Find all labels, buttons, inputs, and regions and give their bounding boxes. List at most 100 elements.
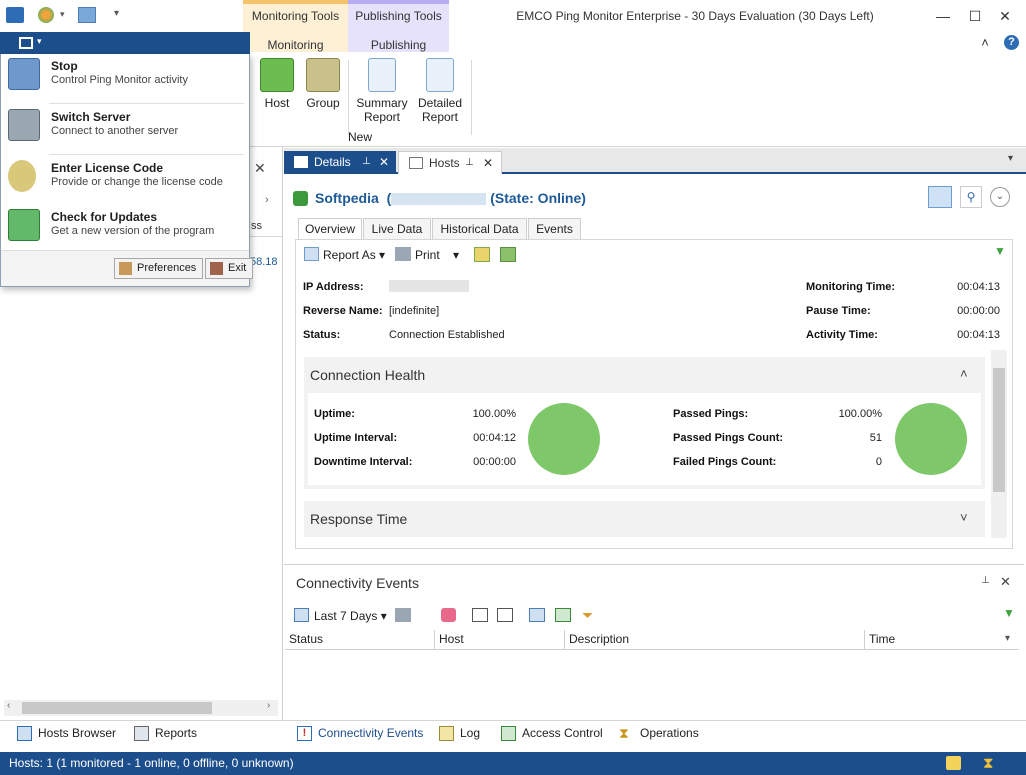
tab-operations[interactable]: ⧗ Operations [619,725,699,743]
tab-access-control[interactable]: Access Control [501,725,603,743]
log-icon [439,726,454,741]
expand-section-icon[interactable]: ˅ [960,510,968,525]
reports-icon [134,726,149,741]
switch-view-icon[interactable] [928,186,952,208]
pin-details-icon[interactable]: ⚲ [960,186,982,208]
ribbon-collapse-icon[interactable]: ˄ [975,33,995,53]
calendar-icon [294,608,309,622]
maximize-button[interactable]: ☐ [965,6,985,26]
summary-report-button[interactable]: Summary Report [356,58,408,124]
events-title: Connectivity Events [296,575,419,591]
scroll-left-icon[interactable]: ‹ [7,700,10,711]
tab-overview[interactable]: Overview [298,218,362,240]
column-status[interactable]: Status [285,630,435,650]
failed-pings-count-value: 0 [875,456,882,468]
menu-item-check-updates[interactable]: Check for Updates Get a new version of t… [1,205,249,255]
rows-icon[interactable] [500,247,516,262]
column-chooser-icon[interactable] [529,608,545,622]
tab-publishing[interactable]: Publishing [348,38,449,52]
close-button[interactable]: ✕ [995,6,1015,26]
new-host-button[interactable]: Host [258,58,296,110]
app-monitor-icon[interactable] [6,7,24,23]
report-as-button[interactable]: Report As ▾ [323,248,385,262]
vertical-scrollbar[interactable] [991,350,1007,538]
menu-item-desc: Connect to another server [51,125,179,137]
status-label: Status: [303,329,341,341]
column-time[interactable]: Time [865,630,1019,650]
new-group-button[interactable]: Group [303,58,343,110]
filter-funnel-icon[interactable]: ⏷ [582,607,593,624]
menu-item-license[interactable]: Enter License Code Provide or change the… [1,156,249,206]
connection-health-header[interactable]: Connection Health [310,367,425,383]
pin-icon[interactable]: ⊥ [465,152,474,174]
export-icon[interactable] [395,608,411,622]
detailed-report-button[interactable]: Detailed Report [414,58,466,124]
tab-hosts-browser[interactable]: Hosts Browser [17,725,116,743]
host-online-icon [293,191,308,206]
title-bar: ▾ ▾ EMCO Ping Monitor Enterprise - 30 Da… [0,0,1026,50]
menu-separator [49,103,244,104]
preferences-icon [119,262,132,275]
pin-panel-icon[interactable]: ⊥ [981,575,990,586]
tab-monitoring[interactable]: Monitoring [243,38,348,52]
expand-options-icon[interactable]: ⌄ [990,187,1010,207]
tab-historical-data[interactable]: Historical Data [432,218,527,240]
pin-icon[interactable]: ⊥ [362,151,371,173]
redacted-ip-value [389,280,469,292]
download-icon [8,209,40,241]
tabs-dropdown-icon[interactable]: ▾ [1008,153,1013,164]
close-panel-icon[interactable]: ✕ [1000,574,1011,590]
grid-icon[interactable] [555,608,571,622]
menu-item-switch-server[interactable]: Switch Server Connect to another server [1,105,249,155]
column-dropdown-icon[interactable]: ▾ [1005,633,1010,644]
screen-icon[interactable] [78,7,96,23]
filter-triangle-icon[interactable]: ▼ [1003,606,1015,620]
date-filter-label: Last 7 Days [314,609,378,623]
close-tab-icon[interactable]: ✕ [379,151,389,173]
column-chevron-icon[interactable]: › [265,194,269,206]
palette-icon[interactable] [38,7,54,23]
print-button[interactable]: Print ▾ [415,248,459,262]
tab-connectivity-events[interactable]: ! Connectivity Events [297,725,423,743]
eraser-icon[interactable] [441,608,456,622]
column-host[interactable]: Host [435,630,565,650]
date-filter-dropdown[interactable]: Last 7 Days ▾ [314,609,387,623]
tab-log[interactable]: Log [439,725,480,743]
app-menu-button[interactable]: ▾ [0,32,250,54]
tab-details[interactable]: Details ⊥ ✕ [284,151,396,174]
response-time-section[interactable]: Response Time ˅ [304,501,985,537]
group-rows-icon[interactable] [472,608,488,622]
menu-item-stop[interactable]: Stop Control Ping Monitor activity [1,54,249,104]
hourglass-status-icon[interactable]: ⧗ [983,753,994,775]
exit-button[interactable]: Exit [205,258,254,279]
close-tab-icon[interactable]: ✕ [483,152,493,174]
dropdown-arrow-icon[interactable]: ▾ [60,9,65,20]
tab-hosts[interactable]: Hosts ⊥ ✕ [398,151,502,174]
connection-health-body: Uptime: 100.00% Uptime Interval: 00:04:1… [308,393,981,485]
close-pane-icon[interactable]: ✕ [254,160,266,177]
column-description[interactable]: Description [565,630,865,650]
tab-events[interactable]: Events [528,218,581,240]
menu-item-desc: Provide or change the license code [51,176,223,188]
list-icon[interactable] [497,608,513,622]
layout-icon[interactable] [474,247,490,262]
minimize-button[interactable]: — [933,6,953,26]
notification-icon[interactable] [946,756,961,770]
ip-address-label: IP Address: [303,281,364,293]
help-icon[interactable]: ? [1004,35,1019,50]
filter-triangle-icon[interactable]: ▼ [994,244,1006,258]
scrollbar-thumb[interactable] [22,702,212,714]
preferences-button[interactable]: Preferences [114,258,204,279]
scrollbar-thumb[interactable] [993,368,1005,492]
uptime-value: 100.00% [472,408,516,420]
tab-live-data[interactable]: Live Data [363,218,431,240]
monitoring-time-value: 00:04:13 [957,281,1000,293]
menu-separator [49,154,244,155]
horizontal-scrollbar[interactable]: ‹ › [4,700,278,716]
uptime-interval-value: 00:04:12 [473,432,516,444]
summary-report-label: Summary [356,96,408,110]
scroll-right-icon[interactable]: › [267,700,270,711]
collapse-section-icon[interactable]: ˄ [960,366,968,381]
tab-reports[interactable]: Reports [134,725,197,743]
customize-qat-icon[interactable]: ▾ [114,8,119,19]
